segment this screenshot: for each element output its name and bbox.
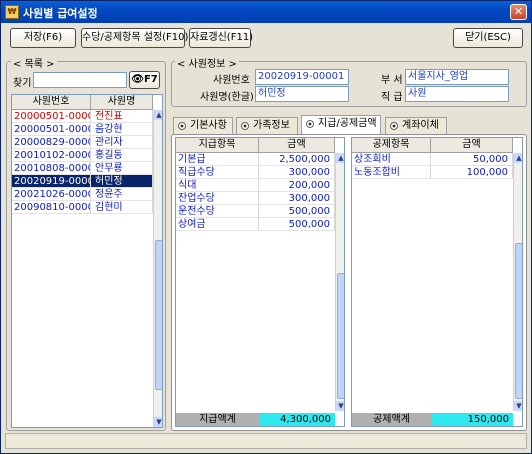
scroll-thumb[interactable]	[155, 240, 162, 390]
scroll-up-icon[interactable]: ▲	[154, 110, 162, 120]
deduct-total-label: 공제액계	[352, 413, 431, 426]
table-row-emp-no[interactable]: 20010102-00001	[12, 149, 91, 162]
employee-list: 사원번호 사원명 20000501-00001전진표20000501-00002…	[11, 94, 163, 428]
emp-no-label: 사원번호	[213, 75, 250, 86]
save-button[interactable]: 저장(F6)	[10, 28, 76, 48]
pay-row-amount[interactable]: 200,000	[259, 179, 335, 192]
column-header-pay-amount: 금액	[259, 138, 335, 153]
table-row-emp-no[interactable]: 20090810-00001	[12, 201, 91, 214]
table-row-emp-no[interactable]: 20020919-00001	[12, 175, 91, 188]
deduct-row-item[interactable]: 노동조합비	[352, 166, 431, 179]
binoculars-icon: 👁	[131, 74, 144, 85]
radio-icon	[178, 122, 186, 130]
deduct-scrollbar[interactable]: ▲ ▼	[513, 153, 522, 411]
emp-name-field[interactable]: 허민정	[255, 86, 349, 102]
table-row-emp-name[interactable]: 관리자	[91, 136, 153, 149]
list-group-label: < 목록 >	[11, 55, 57, 70]
tab-pay-deduction-label: 지급/공제금액	[318, 118, 377, 129]
pay-scrollbar[interactable]: ▲ ▼	[335, 153, 344, 411]
deduct-row-amount[interactable]: 100,000	[431, 166, 513, 179]
table-row-emp-no[interactable]: 20010808-00001	[12, 162, 91, 175]
scroll-down-icon[interactable]: ▼	[154, 417, 162, 427]
list-scrollbar[interactable]: ▲ ▼	[153, 110, 162, 427]
search-button[interactable]: 👁F7	[129, 71, 160, 89]
deduction-table: 공제항목 금액 상조회비 50,000 노동조합비 100,000 ▲ ▼ 공제액계 …	[351, 137, 523, 427]
allowance-setup-button[interactable]: 수당/공제항목 설정(F10)	[81, 28, 188, 48]
window-title: 사원별 급여설정	[23, 7, 98, 20]
emp-name-label: 사원명(한글)	[200, 92, 254, 103]
radio-icon	[390, 122, 398, 130]
scroll-down-icon[interactable]: ▼	[514, 401, 522, 411]
table-row-emp-no[interactable]: 20000501-00002	[12, 123, 91, 136]
pay-row-item[interactable]: 상여금	[176, 218, 259, 231]
pay-total-label: 지급액계	[176, 413, 259, 426]
table-row-emp-name[interactable]: 허민정	[91, 175, 153, 188]
pay-row-item[interactable]: 기본급	[176, 153, 259, 166]
pay-table: 지급항목 금액 기본급 2,500,000 직급수당 300,000 식대 200,000…	[175, 137, 345, 427]
table-row-emp-name[interactable]: 김현미	[91, 201, 153, 214]
pay-row-amount[interactable]: 300,000	[259, 192, 335, 205]
tab-family[interactable]: 가족정보	[236, 117, 298, 134]
payroll-window: ₩ 사원별 급여설정 ✕ 저장(F6) 수당/공제항목 설정(F10) 자료갱신…	[0, 0, 532, 454]
radio-icon	[306, 120, 314, 128]
tab-basic[interactable]: 기본사항	[173, 117, 233, 134]
dept-field[interactable]: 서울지사_영업	[405, 69, 509, 85]
search-input[interactable]	[33, 72, 127, 88]
table-row-emp-name[interactable]: 전진표	[91, 110, 153, 123]
deduct-row-amount[interactable]: 50,000	[431, 153, 513, 166]
tab-account-transfer-label: 계좌이체	[402, 120, 439, 131]
pay-row-item[interactable]: 식대	[176, 179, 259, 192]
column-header-pay-item: 지급항목	[176, 138, 259, 153]
pay-row-amount[interactable]: 300,000	[259, 166, 335, 179]
table-row-emp-name[interactable]: 음강현	[91, 123, 153, 136]
rank-label: 직 급	[381, 92, 403, 103]
pay-row-item[interactable]: 잔업수당	[176, 192, 259, 205]
rank-field[interactable]: 사원	[405, 86, 509, 102]
dept-label: 부 서	[381, 75, 403, 86]
tab-family-label: 가족정보	[253, 120, 290, 131]
tab-pay-deduction[interactable]: 지급/공제금액	[301, 115, 381, 134]
title-bar: ₩ 사원별 급여설정 ✕	[1, 1, 531, 23]
window-close-button[interactable]: ✕	[510, 4, 527, 20]
table-row-emp-no[interactable]: 20000829-00001	[12, 136, 91, 149]
tab-basic-label: 기본사항	[190, 120, 227, 131]
table-row-emp-name[interactable]: 정윤주	[91, 188, 153, 201]
close-button[interactable]: 닫기(ESC)	[453, 28, 523, 48]
scroll-up-icon[interactable]: ▲	[514, 153, 522, 163]
tab-account-transfer[interactable]: 계좌이체	[385, 117, 447, 134]
app-icon: ₩	[5, 5, 19, 19]
emp-no-field[interactable]: 20020919-00001	[255, 69, 349, 85]
pay-row-amount[interactable]: 500,000	[259, 218, 335, 231]
pay-row-amount[interactable]: 500,000	[259, 205, 335, 218]
status-bar	[5, 433, 527, 449]
pay-row-item[interactable]: 운전수당	[176, 205, 259, 218]
pay-row-amount[interactable]: 2,500,000	[259, 153, 335, 166]
scroll-thumb[interactable]	[515, 243, 522, 399]
search-label: 찾기	[13, 78, 32, 89]
deduct-row-item[interactable]: 상조회비	[352, 153, 431, 166]
settle-button[interactable]: 자료갱신(F11)	[189, 28, 253, 48]
table-row-emp-no[interactable]: 20000501-00001	[12, 110, 91, 123]
column-header-deduct-item: 공제항목	[352, 138, 431, 153]
column-header-emp-no: 사원번호	[12, 95, 91, 110]
scroll-down-icon[interactable]: ▼	[336, 401, 344, 411]
pay-row-item[interactable]: 직급수당	[176, 166, 259, 179]
table-row-emp-no[interactable]: 20021026-00001	[12, 188, 91, 201]
column-header-deduct-amount: 금액	[431, 138, 513, 153]
scroll-up-icon[interactable]: ▲	[336, 153, 344, 163]
radio-icon	[241, 122, 249, 130]
scroll-thumb[interactable]	[337, 273, 344, 399]
pay-total-value: 4,300,000	[259, 413, 335, 426]
table-row-emp-name[interactable]: 홍길동	[91, 149, 153, 162]
employee-info-label: < 사원정보 >	[175, 55, 239, 70]
column-header-emp-name: 사원명	[91, 95, 153, 110]
table-row-emp-name[interactable]: 안무룡	[91, 162, 153, 175]
deduct-total-value: 150,000	[431, 413, 513, 426]
search-button-label: F7	[143, 74, 158, 85]
